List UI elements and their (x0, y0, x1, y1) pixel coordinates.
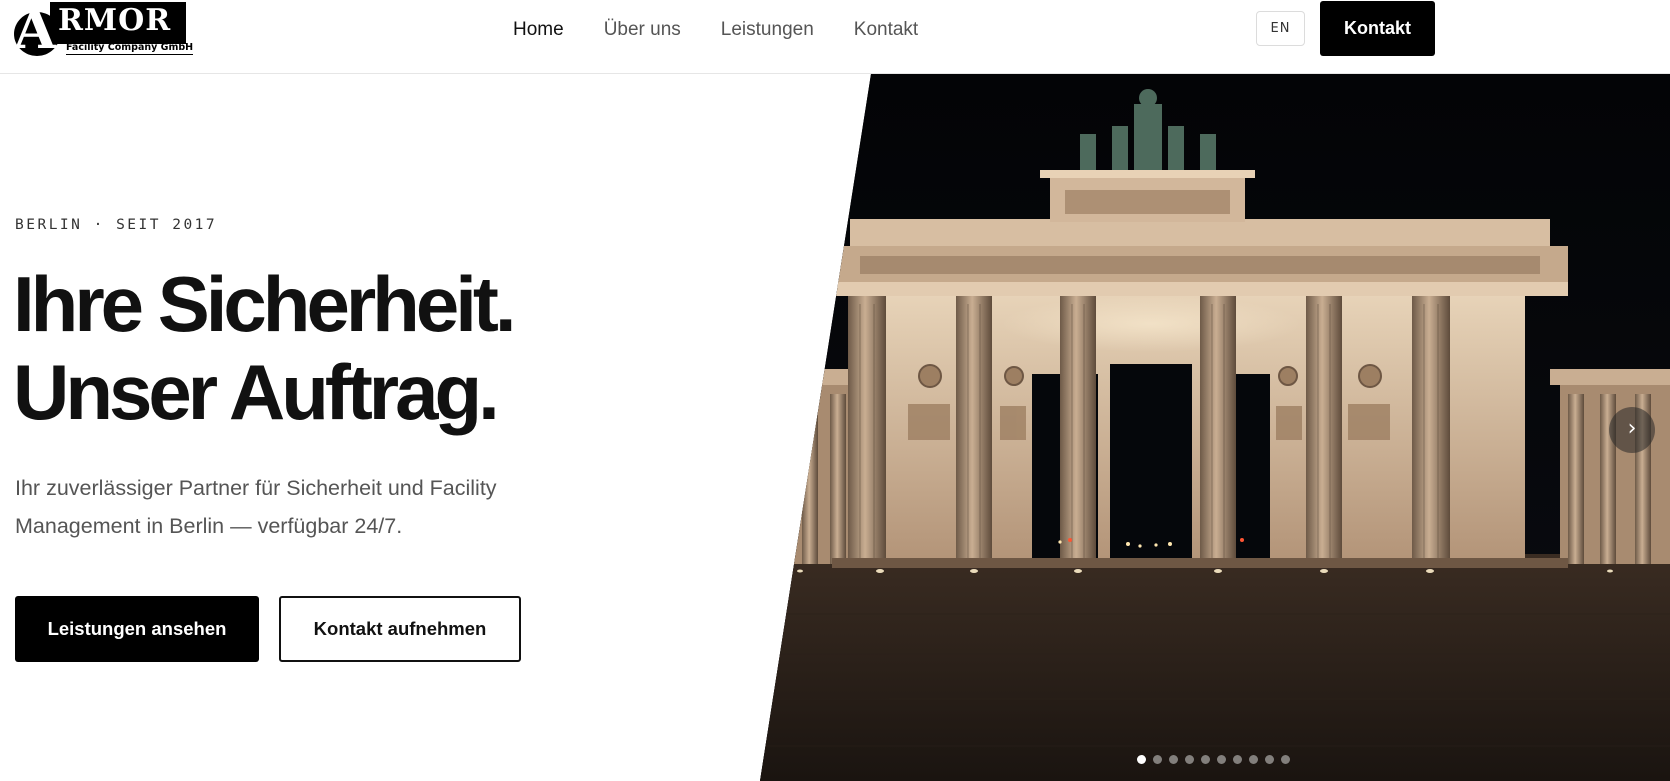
nav-item-leistungen[interactable]: Leistungen (721, 18, 814, 42)
logo-word: RMOR (58, 3, 172, 38)
slider-dot-3[interactable] (1169, 755, 1178, 764)
slider-dot-9[interactable] (1265, 755, 1274, 764)
nav-item-ueber-uns[interactable]: Über uns (604, 18, 681, 42)
header-contact-button[interactable]: Kontakt (1320, 1, 1435, 56)
armor-logo[interactable]: A RMOR Facility Company GmbH (14, 2, 194, 56)
contact-us-button[interactable]: Kontakt aufnehmen (279, 596, 521, 662)
slider-dot-6[interactable] (1217, 755, 1226, 764)
hero-headline-line-1: Ihre Sicherheit. (13, 260, 517, 348)
slider-dot-4[interactable] (1185, 755, 1194, 764)
slider-dot-10[interactable] (1281, 755, 1290, 764)
brandenburg-gate-illustration (760, 74, 1670, 781)
slider-dot-2[interactable] (1153, 755, 1162, 764)
slider-dot-8[interactable] (1249, 755, 1258, 764)
site-header: A RMOR Facility Company GmbH Home Über u… (0, 0, 1670, 74)
slider-dot-5[interactable] (1201, 755, 1210, 764)
slider-next-button[interactable]: › (1609, 407, 1655, 453)
hero-headline: Ihre Sicherheit. Unser Auftrag. (13, 260, 713, 436)
nav-item-kontakt[interactable]: Kontakt (854, 18, 918, 42)
hero-lead-text: Ihr zuverlässiger Partner für Sicherheit… (15, 476, 497, 538)
logo-subtitle: Facility Company GmbH (66, 42, 194, 55)
hero-headline-line-2: Unser Auftrag. (13, 348, 500, 436)
slider-pagination (1137, 755, 1290, 764)
main-nav: Home Über uns Leistungen Kontakt (513, 18, 918, 42)
hero-slide-image (760, 74, 1670, 781)
slider-dot-1[interactable] (1137, 755, 1146, 764)
hero-eyebrow: BERLIN · SEIT 2017 (15, 217, 218, 233)
slider-dot-7[interactable] (1233, 755, 1242, 764)
nav-item-home[interactable]: Home (513, 18, 564, 42)
view-services-button[interactable]: Leistungen ansehen (15, 596, 259, 662)
language-switch-button[interactable]: EN (1256, 11, 1305, 46)
